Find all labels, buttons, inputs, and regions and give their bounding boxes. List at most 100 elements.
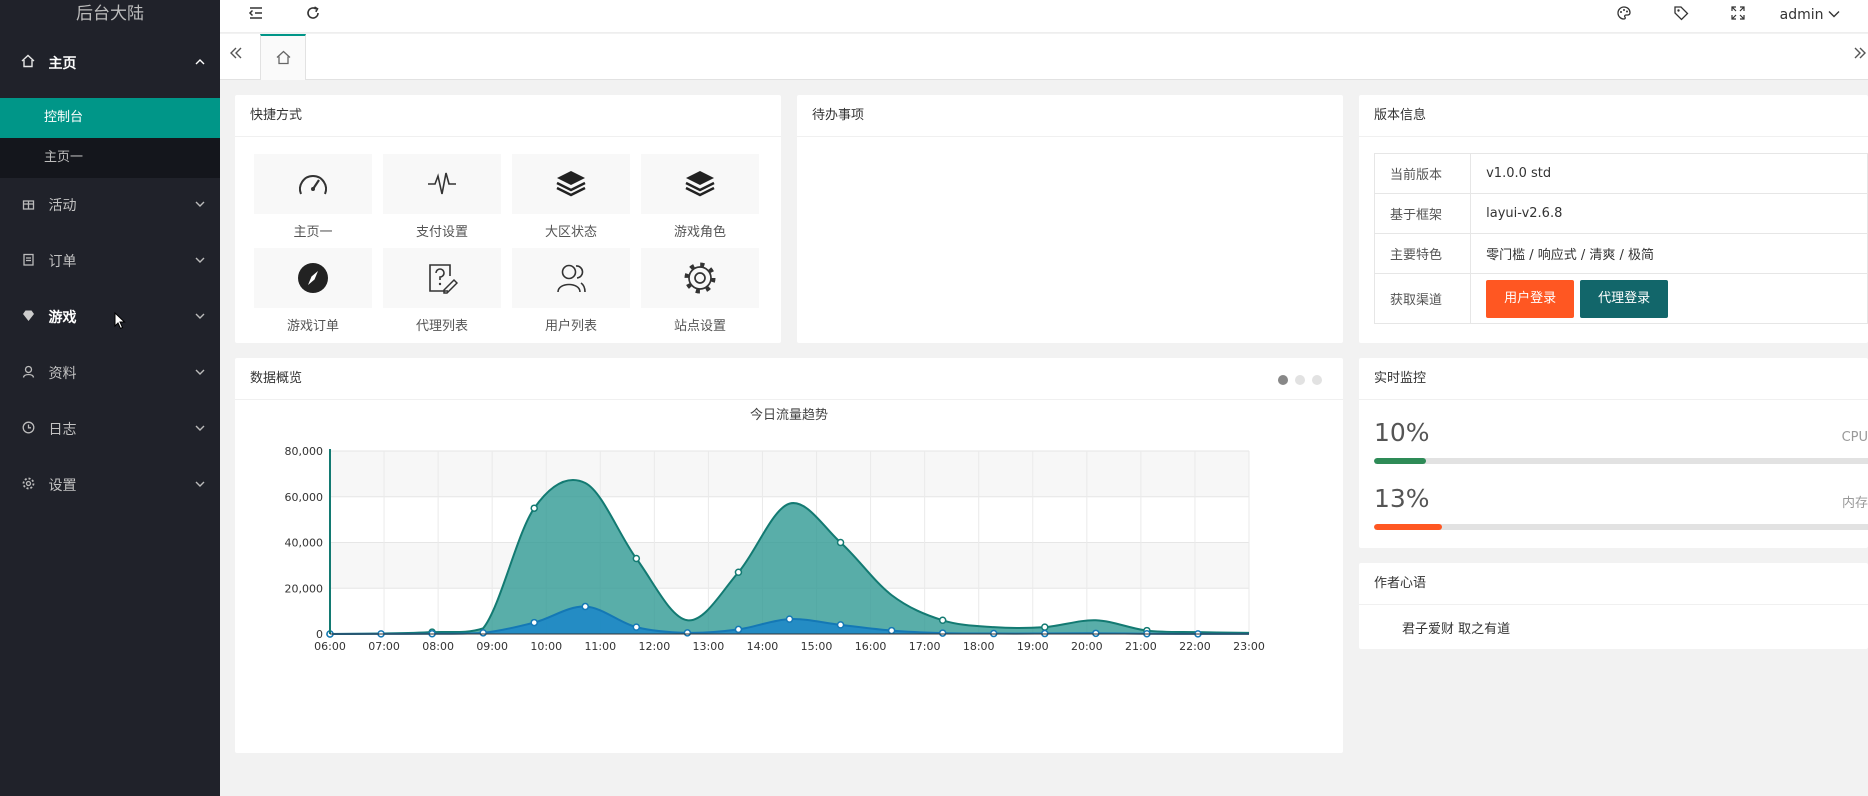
y-tick-label: 40,000: [285, 537, 324, 550]
fullscreen-icon[interactable]: [1730, 5, 1746, 25]
traffic-chart: 今日流量趋势020,00040,00060,00080,00006:00 07:0…: [285, 407, 1265, 653]
home-icon: [20, 31, 36, 99]
carousel-dot[interactable]: [1295, 375, 1305, 385]
card-title: 待办事项: [797, 95, 1343, 137]
series-point: [887, 626, 896, 635]
x-tick-label: 06:00: [314, 640, 346, 653]
sidebar-item-label: 订单: [48, 254, 77, 270]
sidebar-subitem-console[interactable]: 控制台: [0, 98, 220, 138]
chart-title: 今日流量趋势: [750, 407, 828, 423]
chevron-down-icon: [194, 402, 206, 458]
quick-links-card: 快捷方式 主页一 支付设置 大区状态 游戏角色 游戏订单 代理列表 用户列表 站…: [235, 95, 781, 343]
home-icon: [276, 47, 291, 66]
quick-link-user-list[interactable]: 用户列表: [512, 248, 630, 342]
top-header: admin: [220, 0, 1868, 33]
series-point: [938, 616, 947, 625]
carousel-dot[interactable]: [1312, 375, 1322, 385]
version-key: 基于框架: [1373, 193, 1472, 234]
chart-band: [330, 451, 1249, 497]
quick-link-label: 游戏订单: [286, 319, 339, 334]
series-point: [734, 625, 743, 634]
todo-card: 待办事项: [797, 95, 1343, 343]
app-logo[interactable]: 后台大陆: [0, 0, 220, 30]
x-tick-label: 13:00: [693, 640, 725, 653]
memory-label: 内存占用: [1841, 496, 1868, 511]
y-tick-label: 80,000: [285, 445, 324, 458]
quick-link-label: 站点设置: [673, 319, 726, 334]
sidebar-item-label: 主页: [48, 56, 77, 72]
layers-icon: [512, 154, 630, 214]
user-login-button[interactable]: 用户登录: [1486, 279, 1575, 318]
table-row: 主要特色 零门槛 / 响应式 / 清爽 / 极简: [1373, 233, 1868, 274]
tab-home[interactable]: [260, 34, 306, 80]
sidebar-item-settings[interactable]: 设置: [0, 458, 220, 514]
sidebar-item-games[interactable]: 游戏: [0, 290, 220, 346]
table-row: 基于框架 layui-v2.6.8: [1373, 193, 1868, 234]
tab-scroll-right-icon[interactable]: [1852, 45, 1868, 66]
sidebar-item-label: 活动: [48, 198, 77, 214]
sidebar-subitem-home1[interactable]: 主页一: [0, 138, 220, 178]
quick-link-label: 用户列表: [544, 319, 597, 334]
series-point: [836, 621, 845, 629]
quick-link-site-settings[interactable]: 站点设置: [641, 248, 759, 342]
chevron-down-icon: [194, 178, 206, 234]
users-icon: [512, 248, 630, 308]
sidebar-item-label: 资料: [48, 366, 77, 382]
series-point: [632, 554, 641, 563]
clipboard-icon: [20, 235, 36, 291]
series-point: [632, 623, 641, 631]
cpu-label: CPU使用: [1841, 430, 1868, 445]
quick-link-game-role[interactable]: 游戏角色: [641, 154, 759, 248]
sidebar-item-orders[interactable]: 订单: [0, 234, 220, 290]
cpu-value: 10%: [1374, 418, 1430, 447]
series-point: [479, 629, 487, 637]
series-point: [938, 629, 947, 637]
quick-link-home1[interactable]: 主页一: [254, 154, 372, 248]
agent-login-button[interactable]: 代理登录: [1580, 279, 1669, 318]
data-overview-card: 数据概览 今日流量趋势 0 20,000 40,000 60,000 80,000 06:0…: [235, 358, 1343, 753]
series-point: [836, 538, 845, 547]
help-edit-icon: [383, 248, 501, 308]
quick-link-agent-list[interactable]: 代理列表: [383, 248, 501, 342]
chevron-down-icon: [194, 234, 206, 290]
diamond-icon: [20, 291, 36, 347]
tab-scroll-left-icon[interactable]: [228, 45, 244, 66]
quick-link-game-orders[interactable]: 游戏订单: [254, 248, 372, 342]
compass-icon: [254, 248, 372, 308]
sidebar-item-home[interactable]: 主页: [0, 30, 220, 98]
admin-user-menu[interactable]: admin: [1780, 7, 1840, 23]
version-value: 零门槛 / 响应式 / 清爽 / 极简: [1470, 233, 1868, 274]
quick-link-region-status[interactable]: 大区状态: [512, 154, 630, 248]
quick-link-label: 大区状态: [544, 225, 597, 240]
sidebar-item-activity[interactable]: 活动: [0, 178, 220, 234]
version-table: 当前版本 v1.0.0 std 基于框架 layui-v2.6.8 主要特色 零…: [1373, 153, 1868, 324]
sidebar-submenu: 控制台 主页一: [0, 98, 220, 178]
card-title: 作者心语: [1359, 563, 1868, 605]
layers-icon: [641, 154, 759, 214]
chevron-down-icon: [194, 346, 206, 402]
theme-palette-icon[interactable]: [1616, 5, 1632, 25]
tag-icon[interactable]: [1673, 5, 1689, 25]
refresh-icon[interactable]: [305, 5, 321, 25]
y-tick-label: 20,000: [285, 582, 324, 595]
sidebar-item-profile[interactable]: 资料: [0, 346, 220, 402]
series-point: [530, 504, 538, 512]
card-title: 数据概览: [235, 358, 1343, 400]
x-tick-label: 18:00: [963, 640, 995, 653]
y-tick-label: 60,000: [285, 491, 324, 504]
carousel-dot[interactable]: [1278, 375, 1288, 385]
memory-monitor: 13% 内存占用: [1374, 484, 1868, 530]
sidebar-item-label: 设置: [48, 478, 77, 494]
version-key: 获取渠道: [1373, 273, 1472, 324]
quick-link-payment[interactable]: 支付设置: [383, 154, 501, 248]
series-point: [734, 568, 743, 576]
chevron-up-icon: [194, 30, 206, 98]
menu-fold-icon[interactable]: [248, 5, 264, 25]
sidebar-item-logs[interactable]: 日志: [0, 402, 220, 458]
table-row: 获取渠道 用户登录 代理登录: [1373, 273, 1868, 324]
series-point: [683, 629, 692, 637]
settings-icon: [20, 459, 36, 515]
cpu-progress-fill: [1374, 458, 1426, 464]
x-tick-label: 19:00: [1017, 640, 1049, 653]
version-value: 用户登录 代理登录: [1470, 273, 1868, 324]
